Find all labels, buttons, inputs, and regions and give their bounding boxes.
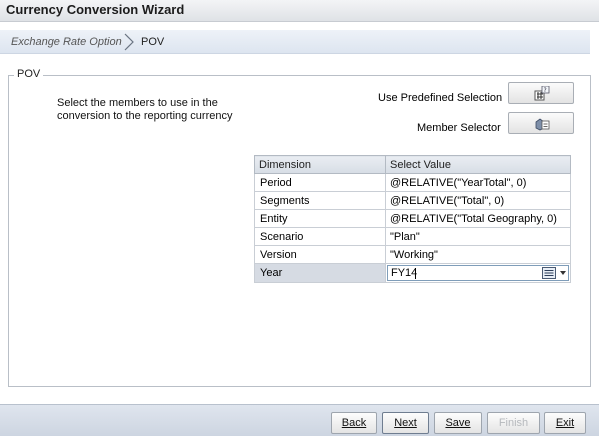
breadcrumb-step-exchange-rate-option[interactable]: Exchange Rate Option <box>11 36 122 48</box>
chevron-down-icon[interactable] <box>560 271 566 275</box>
value-cell[interactable]: @RELATIVE("Total Geography, 0) <box>385 209 571 228</box>
use-predefined-selection-label: Use Predefined Selection <box>378 92 503 104</box>
back-button[interactable]: Back <box>331 412 377 434</box>
dimension-cell: Segments <box>254 191 386 210</box>
table-header-row: Dimension Select Value <box>254 155 571 174</box>
value-cell[interactable]: "Plan" <box>385 227 571 246</box>
pov-legend: POV <box>14 68 44 80</box>
table-row-selected[interactable]: Year FY14 <box>254 263 571 283</box>
table-row[interactable]: Scenario "Plan" <box>254 227 571 246</box>
member-selector-label: Member Selector <box>417 122 501 134</box>
window-titlebar: Currency Conversion Wizard <box>0 0 599 22</box>
table-row[interactable]: Version "Working" <box>254 245 571 264</box>
value-cell[interactable]: "Working" <box>385 245 571 264</box>
svg-text:?: ? <box>544 87 547 94</box>
chevron-right-icon <box>124 33 134 51</box>
finish-button: Finish <box>487 412 540 434</box>
breadcrumb: Exchange Rate Option POV <box>0 30 590 54</box>
member-picker-icon[interactable] <box>542 267 556 279</box>
table-row[interactable]: Segments @RELATIVE("Total", 0) <box>254 191 571 210</box>
dimension-cell: Scenario <box>254 227 386 246</box>
dimension-cell: Version <box>254 245 386 264</box>
next-button[interactable]: Next <box>382 412 429 434</box>
column-header-dimension: Dimension <box>254 155 386 174</box>
pov-dimension-table: Dimension Select Value Period @RELATIVE(… <box>254 155 571 283</box>
breadcrumb-step-pov: POV <box>141 36 165 48</box>
year-value-input[interactable]: FY14 <box>387 265 569 281</box>
table-row[interactable]: Entity @RELATIVE("Total Geography, 0) <box>254 209 571 228</box>
column-header-select-value: Select Value <box>385 155 571 174</box>
wizard-footer: Back Next Save Finish Exit <box>0 404 599 436</box>
predefined-selection-icon: ? <box>534 86 550 101</box>
member-selector-icon <box>535 118 550 131</box>
member-selector-button[interactable] <box>508 112 574 134</box>
dimension-cell: Year <box>254 263 386 283</box>
text-caret <box>415 268 416 279</box>
dimension-cell: Entity <box>254 209 386 228</box>
window-title: Currency Conversion Wizard <box>6 2 185 17</box>
value-cell-editing[interactable]: FY14 <box>385 263 571 283</box>
use-predefined-selection-button[interactable]: ? <box>508 82 574 104</box>
exit-button[interactable]: Exit <box>544 412 586 434</box>
value-cell[interactable]: @RELATIVE("Total", 0) <box>385 191 571 210</box>
save-button[interactable]: Save <box>434 412 482 434</box>
table-row[interactable]: Period @RELATIVE("YearTotal", 0) <box>254 173 571 192</box>
year-value-text: FY14 <box>391 267 418 279</box>
instruction-text: Select the members to use in the convers… <box>57 97 233 122</box>
value-cell[interactable]: @RELATIVE("YearTotal", 0) <box>385 173 571 192</box>
dimension-cell: Period <box>254 173 386 192</box>
